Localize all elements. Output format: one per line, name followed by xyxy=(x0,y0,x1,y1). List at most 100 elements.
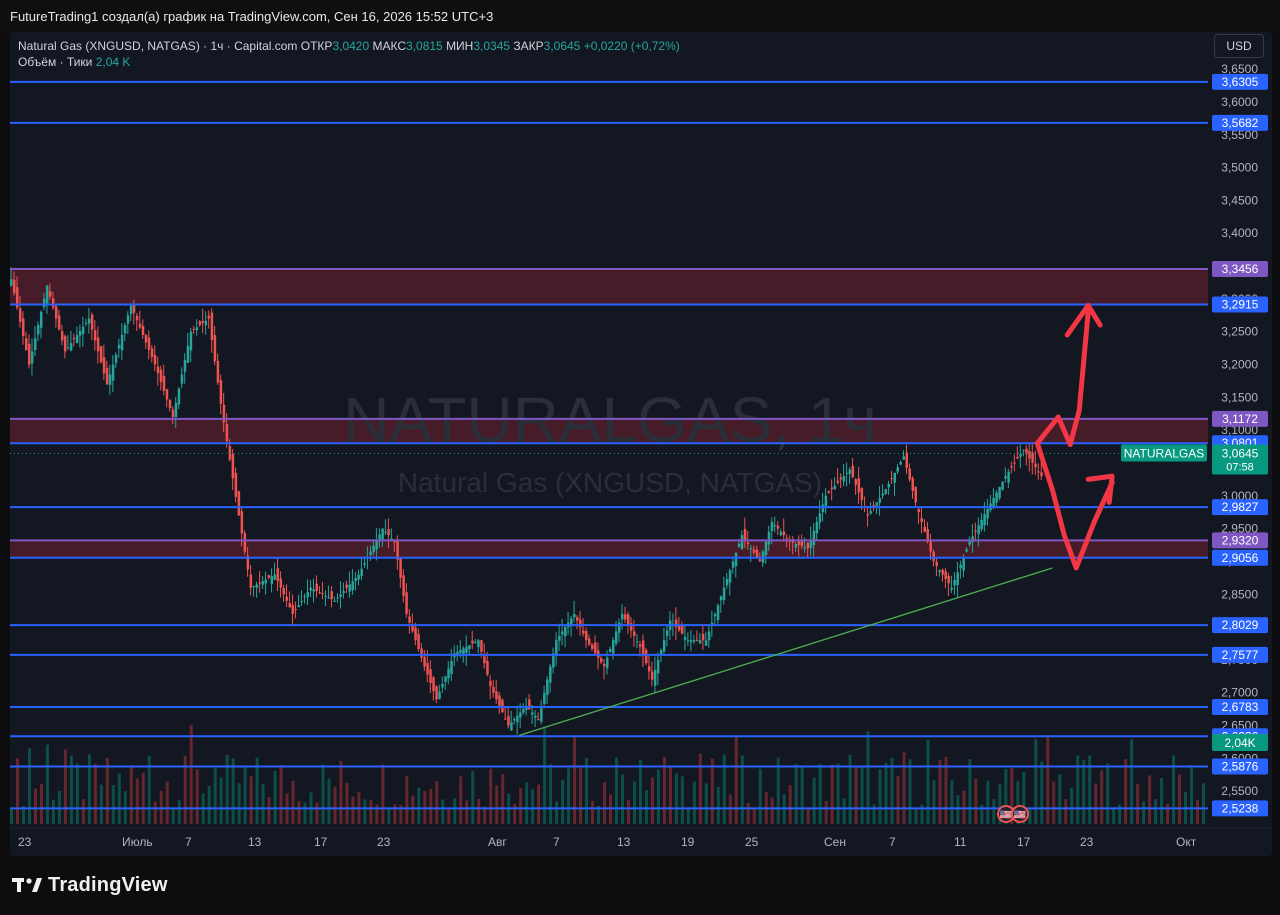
candle-body xyxy=(408,616,411,623)
level-label[interactable]: 2,6783 xyxy=(1222,700,1259,714)
chart-panel[interactable]: NATURALGAS, 1ч Natural Gas (XNGUSD, NATGA… xyxy=(10,32,1272,856)
candle-body xyxy=(372,545,375,553)
volume-bar xyxy=(573,736,577,824)
watermark-title: NATURALGAS, 1ч xyxy=(343,384,877,456)
volume-bar xyxy=(734,737,738,824)
volume-bar xyxy=(63,749,67,824)
volume-bar xyxy=(650,777,654,824)
candle-body xyxy=(935,561,938,566)
level-label[interactable]: 2,9827 xyxy=(1222,500,1259,514)
candle-body xyxy=(267,575,271,578)
volume-bar xyxy=(39,784,43,824)
candle-body xyxy=(519,712,522,718)
level-label[interactable]: 2,5238 xyxy=(1222,801,1259,815)
candle-body xyxy=(537,718,540,720)
currency-button[interactable]: USD xyxy=(1214,34,1264,58)
candle-body xyxy=(821,504,825,513)
candle-body xyxy=(129,305,133,315)
level-label[interactable]: 2,5876 xyxy=(1222,759,1259,773)
level-label[interactable]: 3,6305 xyxy=(1222,75,1259,89)
x-tick-label: 13 xyxy=(248,835,262,849)
price-chart[interactable]: NATURALGAS, 1ч Natural Gas (XNGUSD, NATGA… xyxy=(10,32,1272,856)
legend-low-label: МИН xyxy=(446,39,474,53)
candle-body xyxy=(932,551,935,562)
level-label[interactable]: 2,7577 xyxy=(1222,648,1259,662)
candle-body xyxy=(225,424,229,442)
x-tick-label: 13 xyxy=(617,835,631,849)
candle-body xyxy=(603,663,606,667)
volume-bar xyxy=(501,774,505,824)
volume-bar xyxy=(902,752,906,824)
candle-body xyxy=(69,343,73,351)
candle-body xyxy=(54,306,58,319)
candle-body xyxy=(1007,471,1010,483)
candle-body xyxy=(84,322,88,324)
volume-bar xyxy=(794,764,798,824)
level-label[interactable]: 3,5682 xyxy=(1222,116,1259,130)
volume-bar xyxy=(435,781,439,824)
top-bar: FutureTrading1 создал(а) график на Tradi… xyxy=(0,0,1280,32)
candle-body xyxy=(1013,462,1016,464)
candle-body xyxy=(746,542,750,544)
candle-body xyxy=(63,336,67,352)
volume-bar xyxy=(81,799,85,824)
candle-body xyxy=(716,605,720,621)
candle-body xyxy=(144,335,148,343)
volume-bar xyxy=(1136,783,1140,824)
candle-body xyxy=(48,291,52,297)
candle-body xyxy=(414,627,417,641)
legend-symbol[interactable]: Natural Gas (XNGUSD, NATGAS) · 1ч · Capi… xyxy=(18,39,297,53)
candle-body xyxy=(30,351,34,364)
candle-body xyxy=(417,633,420,649)
candle-body xyxy=(213,335,217,362)
candle-body xyxy=(240,511,244,534)
level-label[interactable]: 2,8029 xyxy=(1222,618,1259,632)
volume-bar xyxy=(231,758,235,824)
candle-body xyxy=(635,641,639,643)
volume-bar xyxy=(45,744,49,824)
candle-body xyxy=(594,642,597,654)
legend-volume-label[interactable]: Объём · Тики xyxy=(18,55,92,69)
volume-bar xyxy=(369,799,373,824)
volume-bar xyxy=(1142,801,1146,824)
candle-body xyxy=(42,298,46,308)
candle-body xyxy=(342,590,345,594)
candle-body xyxy=(974,530,977,532)
candle-body xyxy=(321,593,324,595)
candle-body xyxy=(339,594,342,597)
candle-body xyxy=(1028,451,1031,459)
level-label[interactable]: 3,2915 xyxy=(1222,297,1259,311)
level-label[interactable]: 3,3456 xyxy=(1222,262,1259,276)
candle-body xyxy=(480,640,483,652)
candle-body xyxy=(576,617,579,621)
candle-body xyxy=(794,543,798,548)
candle-body xyxy=(198,321,202,326)
candle-body xyxy=(707,631,711,641)
volume-bar xyxy=(1058,774,1062,824)
candle-body xyxy=(662,640,666,652)
candle-body xyxy=(848,469,852,475)
candle-body xyxy=(234,472,238,497)
candle-body xyxy=(489,680,492,687)
candle-body xyxy=(51,298,55,308)
level-label[interactable]: 3,1172 xyxy=(1222,412,1258,426)
candle-body xyxy=(177,388,181,405)
candle-body xyxy=(800,541,804,547)
candle-body xyxy=(965,549,968,552)
candle-body xyxy=(1034,463,1037,468)
candle-body xyxy=(354,577,357,582)
candle-body xyxy=(698,640,702,644)
candle-body xyxy=(713,613,717,617)
y-tick-label: 3,4500 xyxy=(1221,193,1258,207)
level-label[interactable]: 2,9320 xyxy=(1222,533,1259,547)
level-label[interactable]: 2,9056 xyxy=(1222,551,1259,565)
candle-body xyxy=(312,589,315,592)
candle-body xyxy=(390,538,393,540)
volume-bar xyxy=(603,782,607,824)
candle-body xyxy=(585,631,588,641)
candle-body xyxy=(168,399,172,409)
candle-body xyxy=(851,465,855,478)
x-tick-label: 23 xyxy=(377,835,391,849)
volume-bar xyxy=(15,758,19,824)
x-tick-label: 11 xyxy=(954,835,967,849)
